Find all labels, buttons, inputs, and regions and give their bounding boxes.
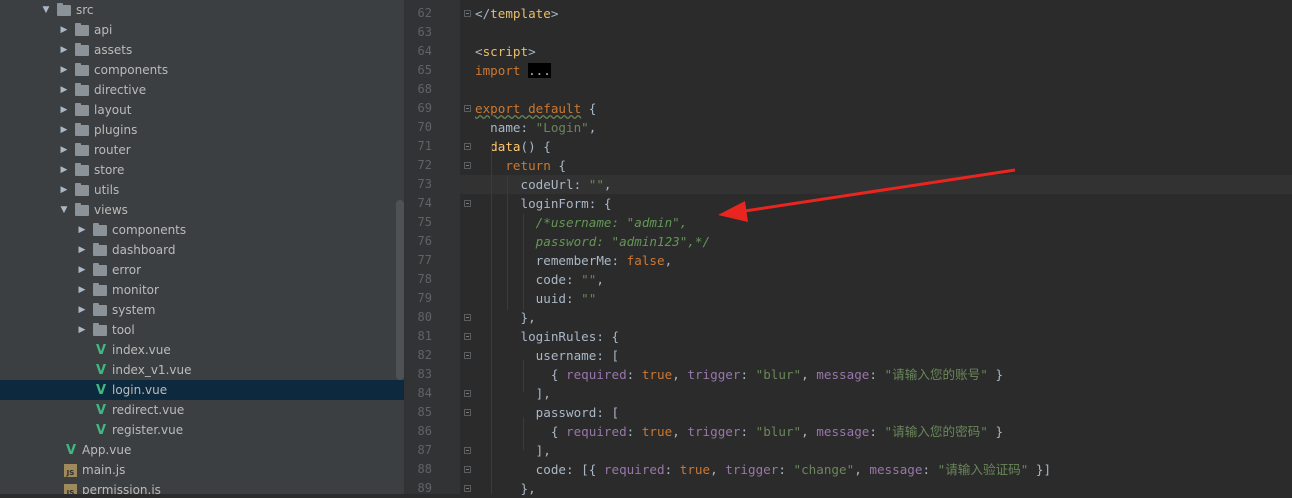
fold-marker-icon[interactable]: [464, 485, 471, 492]
fold-marker-icon[interactable]: [464, 390, 471, 397]
indent-guide: [523, 417, 524, 450]
fold-marker-icon[interactable]: [464, 409, 471, 416]
fold-marker-icon[interactable]: [464, 162, 471, 169]
fold-marker-icon[interactable]: [464, 333, 471, 340]
fold-marker-icon[interactable]: [464, 105, 471, 112]
arrow-shaft: [737, 168, 1016, 214]
fold-marker-icon[interactable]: [464, 10, 471, 17]
fold-marker-icon[interactable]: [464, 447, 471, 454]
fold-marker-icon[interactable]: [464, 314, 471, 321]
fold-marker-icon[interactable]: [464, 352, 471, 359]
fold-marker-icon[interactable]: [464, 143, 471, 150]
fold-marker-icon[interactable]: [464, 200, 471, 207]
indent-guide: [507, 176, 508, 310]
arrow-head: [718, 201, 748, 222]
indent-guide: [491, 145, 492, 494]
fold-marker-icon[interactable]: [464, 466, 471, 473]
annotation-arrow: [718, 168, 1016, 222]
indent-guide: [523, 214, 524, 310]
indent-guide: [523, 360, 524, 392]
